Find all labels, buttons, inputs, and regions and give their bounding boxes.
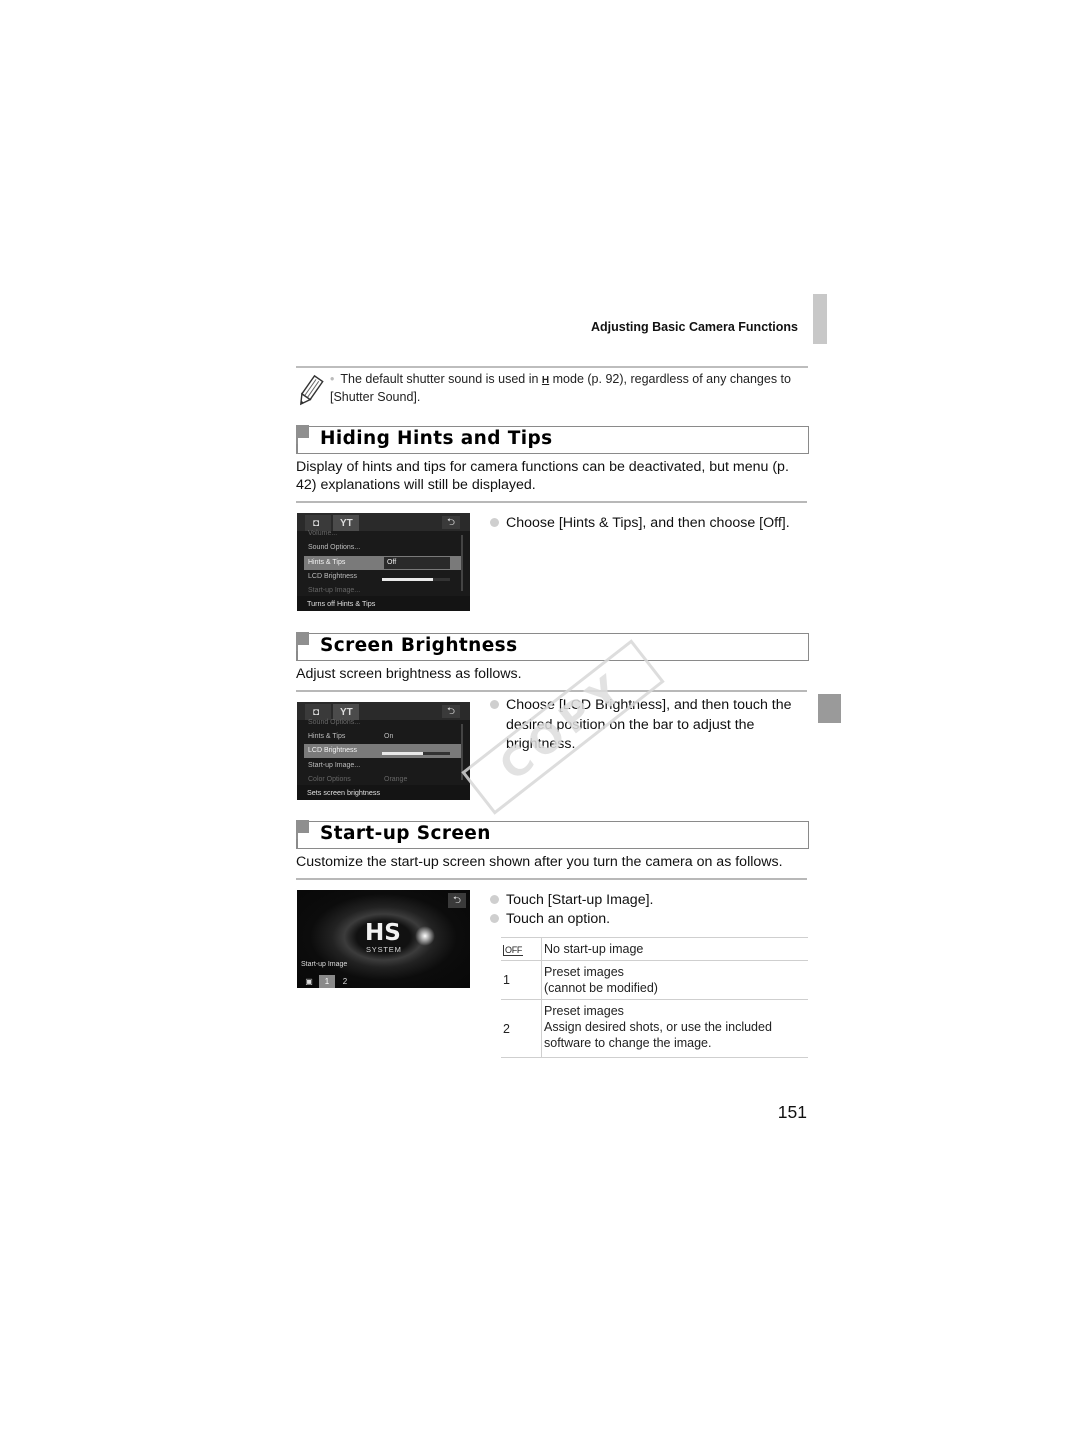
note-box: • The default shutter sound is used in H … [296,366,808,408]
bullet-icon [490,914,499,923]
section-intro: Display of hints and tips for camera fun… [296,459,789,493]
camera-screen-startup-image: HS SYSTEM ⮌ Start-up Image ▣ 1 2 [297,890,470,988]
table-row: OFF No start-up image [501,937,808,961]
table-row: 2 Preset images Assign desired shots, or… [501,999,808,1058]
step: Touch an option. [490,910,810,930]
hs-burst-mode-icon: H [541,375,550,386]
menu-value: On [384,733,394,740]
chapter-tab-marker [813,294,827,344]
menu-row: Sound Options... [308,544,361,551]
hint-text: Sets screen brightness [297,785,470,800]
section-title: Screen Brightness [320,635,518,656]
startup-options-table: OFF No start-up image 1 Preset images (c… [501,937,808,1058]
camera-screen-brightness: ◘ ΥΤ ⮌ Sound Options... Hints & Tips On … [297,702,470,800]
bullet-icon [490,700,499,709]
running-head: Adjusting Basic Camera Functions [591,320,798,334]
menu-row: Sound Options... [308,719,361,726]
menu-row: LCD Brightness [304,570,461,584]
option-1: 1 [319,975,335,988]
section-corner-marker [296,632,309,645]
table-row: 1 Preset images (cannot be modified) [501,960,808,1000]
divider [296,878,807,880]
section-header-startup-screen: Start-up Screen [296,820,809,849]
hint-text: Turns off Hints & Tips [297,596,470,611]
section-title: Start-up Screen [320,823,491,844]
back-icon: ⮌ [448,893,466,908]
brightness-bar [382,752,450,755]
startup-options: ▣ 1 2 [301,971,355,988]
step: Touch [Start-up Image]. [490,891,810,911]
option-off-icon: ▣ [305,977,313,986]
hs-logo-subtitle: SYSTEM [366,945,402,954]
step: Choose [LCD Brightness], and then touch … [490,696,810,755]
brightness-bar [382,578,450,581]
option-2: 2 [342,977,348,986]
section-corner-marker [296,425,309,438]
hs-logo: HS [365,920,401,946]
pencil-icon [299,374,324,406]
section-intro: Customize the start-up screen shown afte… [296,854,783,870]
scrollbar [461,535,463,591]
bullet-icon [490,895,499,904]
menu-row: Start-up Image... [308,762,361,769]
camera-screen-hints-tips: ◘ ΥΤ ⮌ Volume... Sound Options... Hints … [297,513,470,611]
divider [296,690,807,692]
menu-row-selected: LCD Brightness [304,744,461,758]
menu-value: Off [384,557,450,569]
startup-image-label: Start-up Image [301,961,348,968]
step: Choose [Hints & Tips], and then choose [… [490,514,810,534]
menu-row-selected: Hints & Tips Off [304,556,461,570]
divider [296,501,807,503]
brightness-fill [382,578,433,581]
section-header-hints-tips: Hiding Hints and Tips [296,425,809,454]
note-text: • The default shutter sound is used in H … [330,372,791,404]
brightness-fill [382,752,423,755]
section-header-screen-brightness: Screen Brightness [296,632,809,661]
logo-glow [415,926,435,946]
note-bullet: • [330,372,335,386]
menu-row: Volume... [308,530,338,537]
page-number: 151 [777,1102,807,1122]
section-intro: Adjust screen brightness as follows. [296,666,522,682]
menu-row: Hints & Tips On [304,730,461,744]
section-corner-marker [296,820,309,833]
section-tab-marker [818,694,841,723]
section-title: Hiding Hints and Tips [320,428,553,449]
bullet-icon [490,518,499,527]
scrollbar [461,724,463,780]
off-icon: OFF [503,945,524,956]
